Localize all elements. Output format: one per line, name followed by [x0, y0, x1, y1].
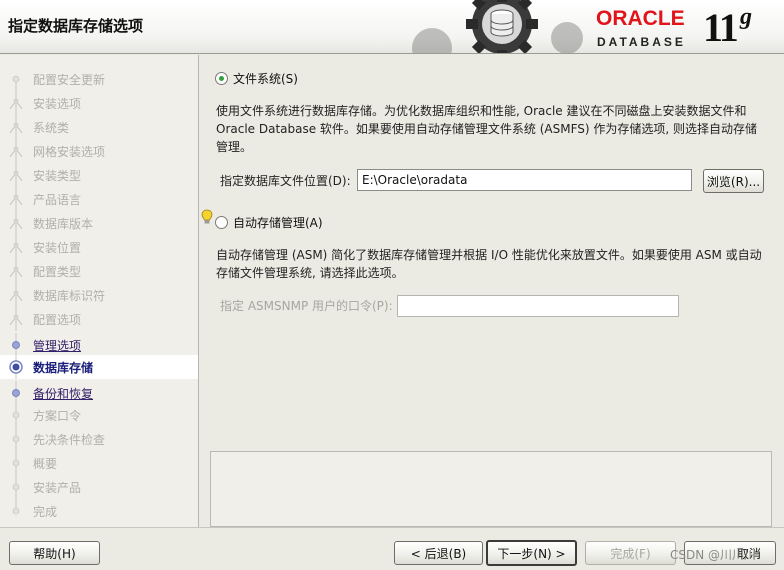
- logo-database-text: DATABASE: [597, 35, 686, 49]
- step-done-icon: [12, 75, 20, 91]
- step-done-icon: [9, 115, 23, 139]
- sidebar-step-label: 先决条件检查: [33, 433, 106, 447]
- footer-divider: [0, 527, 784, 528]
- watermark: CSDN @川川川: [670, 548, 757, 562]
- location-label: 指定数据库文件位置(D):: [220, 174, 351, 188]
- sidebar-step-label: 网格安装选项: [33, 145, 106, 159]
- sidebar-step-label: 安装位置: [33, 241, 82, 255]
- step-done-icon: [9, 211, 23, 235]
- sidebar-step-label: 概要: [33, 457, 58, 471]
- sidebar-step-label: 配置选项: [33, 313, 82, 327]
- sidebar-step-label: 配置安全更新: [33, 73, 106, 87]
- step-pending-icon: [12, 403, 20, 427]
- sidebar-step: 概要: [0, 451, 198, 475]
- step-done-icon: [9, 163, 23, 187]
- step-done-icon: [9, 259, 23, 283]
- help-button[interactable]: 帮助(H): [9, 541, 100, 565]
- sidebar-step-label: 安装选项: [33, 97, 82, 111]
- asm-description: 自动存储管理 (ASM) 简化了数据库存储管理并根据 I/O 性能优化来放置文件…: [216, 248, 762, 280]
- message-area: [210, 451, 772, 527]
- back-button[interactable]: < 后退(B): [394, 541, 483, 565]
- step-pending-icon: [12, 499, 20, 515]
- step-done-icon: [12, 381, 20, 405]
- sidebar-step-label: 数据库版本: [33, 217, 94, 231]
- filesystem-description: 使用文件系统进行数据库存储。为优化数据库组织和性能, Oracle 建议在不同磁…: [216, 104, 758, 154]
- sidebar-step: 安装产品: [0, 475, 198, 499]
- step-done-icon: [12, 333, 20, 357]
- sidebar-step: 数据库存储: [0, 355, 198, 379]
- asmsnmp-label: 指定 ASMSNMP 用户的口令(P):: [220, 299, 393, 313]
- sidebar-step[interactable]: 数据库标识符: [0, 283, 198, 307]
- steps-sidebar: 配置安全更新 安装选项系统类网格安装选项 安装类型产品语言数据库版本安装位置配置类型…: [0, 55, 199, 527]
- sidebar-step[interactable]: 配置选项: [0, 307, 198, 331]
- sidebar-step[interactable]: 备份和恢复: [0, 381, 198, 405]
- version-number: 11: [703, 5, 739, 50]
- main-panel: 文件系统(S) 使用文件系统进行数据库存储。为优化数据库组织和性能, Oracl…: [200, 55, 784, 527]
- filesystem-radio[interactable]: [215, 72, 228, 85]
- asm-option[interactable]: 自动存储管理(A): [215, 214, 323, 231]
- lightbulb-icon: [201, 209, 213, 224]
- page-title: 指定数据库存储选项: [8, 17, 144, 35]
- next-button[interactable]: 下一步(N) >: [486, 540, 577, 566]
- sidebar-step[interactable]: 管理选项: [0, 333, 198, 357]
- sidebar-step-label: 备份和恢复: [33, 387, 94, 401]
- sidebar-step-label: 管理选项: [33, 339, 82, 353]
- logo-oracle-text: ORACLE: [596, 7, 685, 30]
- current-step-icon: [9, 355, 23, 379]
- version-letter: g: [740, 4, 752, 30]
- sidebar-step-label: 系统类: [33, 121, 70, 135]
- sidebar-step-label: 完成: [33, 505, 58, 519]
- asm-radio[interactable]: [215, 216, 228, 229]
- sidebar-step-label: 安装类型: [33, 169, 82, 183]
- gears-graphic-icon: [412, 0, 583, 53]
- oracle-database-logo: ORACLE DATABASE: [596, 8, 696, 50]
- step-done-icon: [9, 139, 23, 163]
- finish-button[interactable]: 完成(F): [585, 541, 676, 565]
- step-done-icon: [9, 235, 23, 259]
- sidebar-step-label: 配置类型: [33, 265, 82, 279]
- step-done-icon: [9, 307, 23, 331]
- browse-button[interactable]: 浏览(R)...: [703, 169, 764, 193]
- version-logo: 11 g: [703, 4, 752, 50]
- step-pending-icon: [12, 451, 20, 475]
- sidebar-step-label: 数据库标识符: [33, 289, 106, 303]
- sidebar-step-label: 数据库存储: [33, 361, 94, 375]
- asm-radio-label[interactable]: 自动存储管理(A): [233, 214, 323, 231]
- sidebar-step[interactable]: 安装选项: [0, 91, 198, 115]
- sidebar-step[interactable]: 配置类型: [0, 259, 198, 283]
- step-done-icon: [9, 283, 23, 307]
- sidebar-step[interactable]: 安装类型: [0, 163, 198, 187]
- header: 指定数据库存储选项 ORACLE DATABASE 11 g: [0, 0, 784, 54]
- sidebar-step-label: 方案口令: [33, 409, 82, 423]
- asmsnmp-password-input[interactable]: [397, 295, 679, 317]
- step-pending-icon: [12, 475, 20, 499]
- sidebar-step-label: 安装产品: [33, 481, 82, 495]
- step-pending-icon: [12, 427, 20, 451]
- sidebar-step: 先决条件检查: [0, 427, 198, 451]
- sidebar-step: 完成: [0, 499, 198, 523]
- filesystem-radio-label[interactable]: 文件系统(S): [233, 70, 298, 87]
- location-input[interactable]: [357, 169, 692, 191]
- sidebar-step-label: 产品语言: [33, 193, 82, 207]
- sidebar-step[interactable]: 网格安装选项: [0, 139, 198, 163]
- sidebar-step[interactable]: 产品语言: [0, 187, 198, 211]
- sidebar-step[interactable]: 系统类: [0, 115, 198, 139]
- sidebar-step[interactable]: 安装位置: [0, 235, 198, 259]
- step-done-icon: [9, 91, 23, 115]
- sidebar-step[interactable]: 配置安全更新: [0, 67, 198, 91]
- sidebar-step: 方案口令: [0, 403, 198, 427]
- step-done-icon: [9, 187, 23, 211]
- sidebar-step[interactable]: 数据库版本: [0, 211, 198, 235]
- filesystem-option[interactable]: 文件系统(S): [215, 70, 298, 87]
